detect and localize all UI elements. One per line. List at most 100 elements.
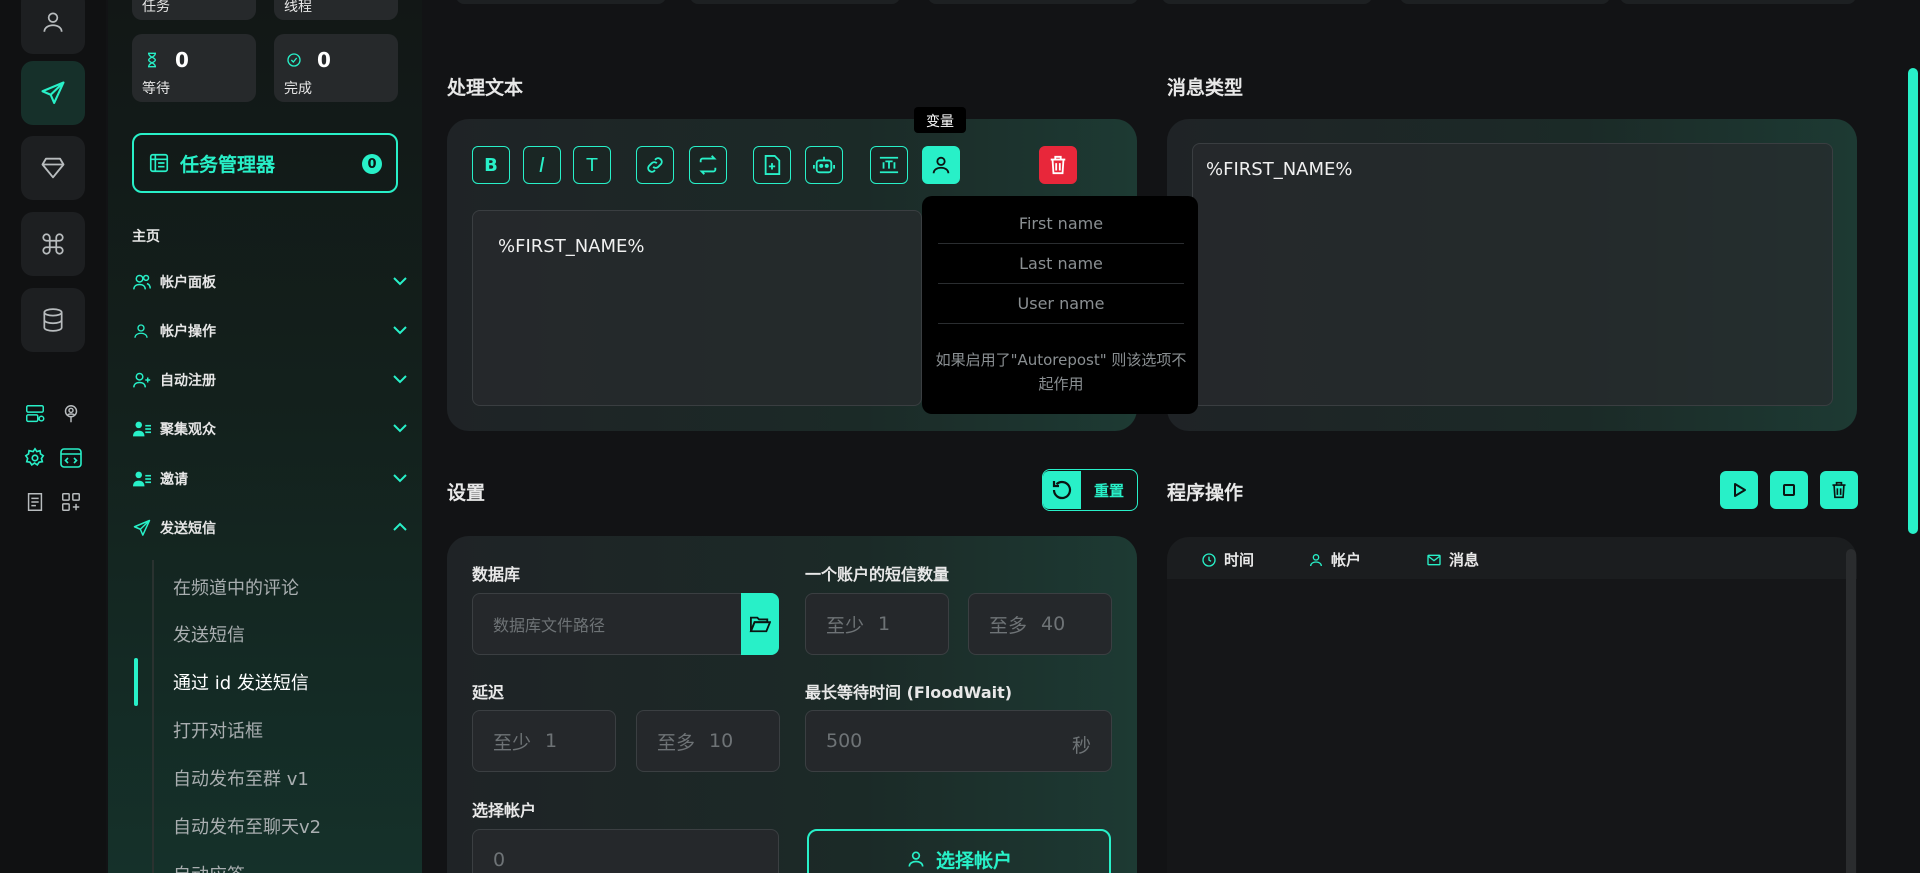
top-card: [690, 0, 900, 4]
submenu-send-sms[interactable]: 发送短信: [152, 614, 408, 654]
delete-button[interactable]: [1039, 146, 1077, 184]
menu-label: 邀请: [160, 472, 188, 488]
reset-button[interactable]: 重置: [1042, 469, 1138, 511]
user-list-icon: [132, 420, 152, 438]
bot-button[interactable]: [805, 146, 843, 184]
variables-button[interactable]: [922, 146, 960, 184]
log-scrollbar[interactable]: [1846, 549, 1856, 873]
stat-done-label: 完成: [284, 81, 312, 97]
user-icon: [132, 322, 152, 340]
clear-log-button[interactable]: [1820, 471, 1858, 509]
repeat-button[interactable]: [689, 146, 727, 184]
sms-max-input[interactable]: 至多 40: [968, 593, 1112, 655]
server-settings-icon[interactable]: [21, 400, 49, 428]
user-list-icon: [132, 470, 152, 488]
message-type-title: 消息类型: [1167, 77, 1244, 99]
menu-auto-register[interactable]: 自动注册: [132, 365, 408, 395]
file-button[interactable]: [753, 146, 791, 184]
database-label: 数据库: [472, 565, 521, 584]
stat-waiting-label: 等待: [142, 81, 170, 97]
sms-min-input[interactable]: 至少 1: [805, 593, 949, 655]
submenu-open-dialog[interactable]: 打开对话框: [152, 710, 408, 750]
page-scrollbar[interactable]: [1908, 68, 1918, 534]
log-col-message[interactable]: 消息: [1426, 549, 1479, 570]
text-format-button[interactable]: [870, 146, 908, 184]
diamond-icon[interactable]: [21, 136, 85, 200]
database-path-input[interactable]: 数据库文件路径: [472, 593, 779, 655]
send-icon: [132, 518, 152, 538]
message-type-editor[interactable]: [1192, 143, 1833, 406]
chevron-up-icon: [392, 521, 408, 533]
log-col-time[interactable]: 时间: [1201, 549, 1254, 570]
italic-button[interactable]: I: [523, 146, 561, 184]
variable-last-name[interactable]: Last name: [938, 244, 1184, 284]
database-icon[interactable]: [21, 288, 85, 352]
menu-account-panel[interactable]: 帐户面板: [132, 267, 408, 297]
task-manager-count: 0: [362, 154, 382, 174]
document-icon[interactable]: [21, 488, 49, 516]
link-button[interactable]: [636, 146, 674, 184]
check-circle-icon: [286, 52, 302, 68]
send-icon[interactable]: [21, 61, 85, 125]
user-icon[interactable]: [21, 0, 85, 54]
flood-wait-label: 最长等待时间 (FloodWait): [805, 683, 1013, 702]
menu-label: 帐户面板: [160, 275, 216, 291]
chevron-down-icon: [392, 373, 408, 385]
select-account-button-label: 选择帐户: [935, 849, 1012, 872]
play-button[interactable]: [1720, 471, 1758, 509]
task-manager-label: 任务管理器: [180, 153, 276, 176]
select-account-button[interactable]: 选择帐户: [807, 829, 1111, 873]
user-plus-icon: [132, 371, 152, 389]
delay-min-prefix: 至少: [493, 731, 532, 754]
delay-max-input[interactable]: 至多 10: [636, 710, 780, 772]
command-icon[interactable]: [21, 212, 85, 276]
top-card: [456, 0, 666, 4]
menu-send-sms[interactable]: 发送短信: [132, 513, 408, 543]
stat-done-value: 0: [317, 48, 331, 72]
bold-button[interactable]: B: [472, 146, 510, 184]
section-label-home: 主页: [132, 229, 160, 245]
user-icon: [1310, 553, 1322, 566]
task-manager-icon: [148, 152, 170, 174]
variable-first-name[interactable]: First name: [938, 204, 1184, 244]
menu-label: 聚集观众: [160, 422, 216, 438]
submenu-channel-comments[interactable]: 在频道中的评论: [152, 567, 408, 607]
chevron-down-icon: [392, 324, 408, 336]
menu-gather-audience[interactable]: 聚集观众: [132, 414, 408, 444]
program-ops-title: 程序操作: [1167, 482, 1244, 504]
stat-thread: 线程: [274, 0, 398, 20]
text-button[interactable]: T: [573, 146, 611, 184]
user-icon: [908, 851, 924, 867]
delay-min-input[interactable]: 至少 1: [472, 710, 616, 772]
submenu-autopost-groups-v1[interactable]: 自动发布至群 v1: [152, 758, 408, 798]
sms-per-account-label: 一个账户的短信数量: [805, 565, 950, 584]
flood-wait-input[interactable]: 500 秒: [805, 710, 1112, 772]
chevron-down-icon: [392, 472, 408, 484]
stat-task-label: 任务: [142, 0, 170, 15]
gear-icon[interactable]: [21, 444, 49, 472]
apps-icon[interactable]: [57, 488, 85, 516]
message-type-editor-content: %FIRST_NAME%: [1206, 159, 1353, 180]
log-col-account[interactable]: 帐户: [1308, 549, 1361, 570]
menu-label: 自动注册: [160, 373, 216, 389]
task-manager-button[interactable]: 任务管理器 0: [132, 133, 398, 193]
code-window-icon[interactable]: [57, 444, 85, 472]
variable-user-name[interactable]: User name: [938, 284, 1184, 324]
menu-account-ops[interactable]: 帐户操作: [132, 316, 408, 346]
browse-folder-button[interactable]: [741, 593, 779, 655]
select-account-input[interactable]: 0: [472, 829, 779, 873]
chevron-down-icon: [392, 422, 408, 434]
link-icon: [647, 157, 663, 173]
stat-thread-label: 线程: [284, 0, 312, 15]
log-header: 时间 帐户 消息: [1167, 537, 1857, 579]
sms-max-prefix: 至多: [989, 614, 1028, 637]
stop-button[interactable]: [1770, 471, 1808, 509]
sms-max-value: 40: [1041, 613, 1066, 635]
menu-invite[interactable]: 邀请: [132, 464, 408, 494]
submenu-auto-reply[interactable]: 自动应答: [152, 854, 408, 873]
submenu-autopost-chats-v2[interactable]: 自动发布至聊天v2: [152, 806, 408, 846]
user-pin-icon[interactable]: [57, 400, 85, 428]
stop-icon: [1783, 484, 1795, 496]
submenu-send-sms-by-id[interactable]: 通过 id 发送短信: [152, 662, 408, 702]
delay-min-value: 1: [545, 730, 558, 752]
